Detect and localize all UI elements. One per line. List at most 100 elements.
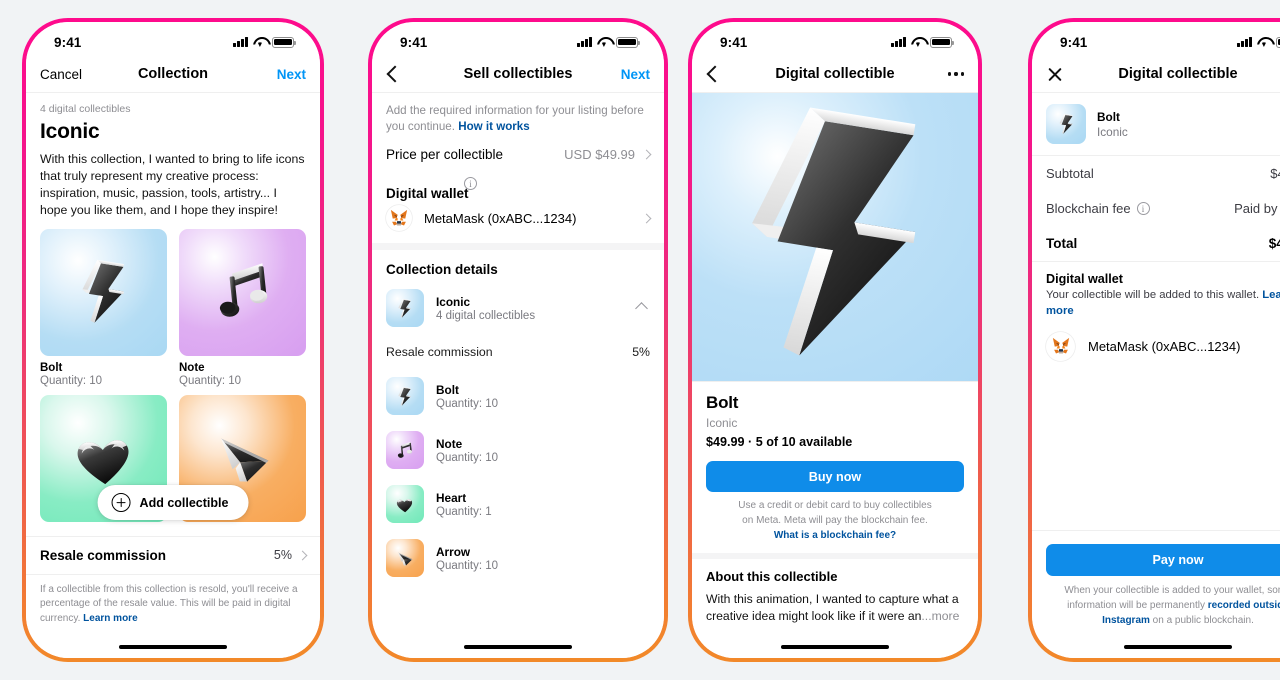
item-text: Bolt Quantity: 10 xyxy=(436,383,650,410)
chevron-left-icon xyxy=(706,65,724,83)
note-icon xyxy=(386,431,424,469)
collectibles-grid: Bolt Quantity: 10 Note Quantity: 10 xyxy=(26,228,320,522)
checkout-item-text: Bolt Iconic xyxy=(1097,110,1128,139)
resale-commission-value: 5% xyxy=(632,345,650,360)
wallet-name: MetaMask (0xABC...1234) xyxy=(424,210,577,226)
bolt-icon xyxy=(692,93,978,381)
phone-3-digital-collectible: 9:41 Digital collectible Bolt Iconic $49… xyxy=(688,18,982,662)
collectible-cell[interactable]: Note Quantity: 10 xyxy=(179,228,306,387)
section-separator xyxy=(372,243,664,251)
cellular-signal-icon xyxy=(577,37,592,47)
resale-commission-label: Resale commission xyxy=(386,345,493,360)
next-button[interactable]: Next xyxy=(621,67,650,82)
wallet-row[interactable]: MetaMask (0xABC...1234) xyxy=(372,195,664,243)
status-bar: 9:41 xyxy=(372,22,664,56)
collectible-thumbnail[interactable] xyxy=(40,228,167,356)
resale-commission-row[interactable]: Resale commission 5% xyxy=(26,536,320,574)
note-icon xyxy=(179,229,306,356)
collectible-thumbnail[interactable] xyxy=(179,228,306,356)
wallet-info-icon-wrap[interactable] xyxy=(464,177,478,195)
cancel-button[interactable]: Cancel xyxy=(40,67,82,82)
about-more-link[interactable]: ...more xyxy=(921,609,959,623)
collection-title: Iconic xyxy=(40,120,100,143)
resale-commission-label: Resale commission xyxy=(40,547,167,563)
wallet-name: MetaMask (0xABC...1234) xyxy=(1088,338,1241,354)
bolt-icon xyxy=(386,377,424,415)
add-collectible-label: Add collectible xyxy=(139,495,229,510)
screenshot-stage: 9:41 Cancel Collection Next 4 digital co… xyxy=(0,0,1280,680)
item-name: Arrow xyxy=(436,544,471,559)
collectible-thumbnail xyxy=(386,485,424,524)
checkout-footer: Pay now When your collectible is added t… xyxy=(1032,531,1280,636)
about-text: With this animation, I wanted to capture… xyxy=(692,584,978,625)
battery-icon xyxy=(1276,36,1280,48)
info-icon[interactable] xyxy=(1136,202,1150,215)
item-name: Heart xyxy=(436,490,467,505)
buy-note-line2: on Meta. Meta will pay the blockchain fe… xyxy=(742,515,928,526)
price-value-text: USD $49.99 xyxy=(564,147,635,163)
blockchain-fee-link[interactable]: What is a blockchain fee? xyxy=(774,530,896,541)
buy-now-button[interactable]: Buy now xyxy=(706,461,964,492)
wallet-row[interactable]: MetaMask (0xABC...1234) xyxy=(1032,320,1280,373)
item-quantity: Quantity: 1 xyxy=(436,505,492,518)
nav-bar: Sell collectibles Next xyxy=(372,56,664,92)
list-item[interactable]: Note Quantity: 10 xyxy=(372,423,664,477)
pay-now-button[interactable]: Pay now xyxy=(1046,544,1280,576)
screen4-body: Bolt Iconic Subtotal $49.99 Blockchain f… xyxy=(1032,93,1280,636)
nav-bar: Digital collectible xyxy=(692,56,978,92)
back-button[interactable] xyxy=(386,65,404,83)
next-button[interactable]: Next xyxy=(277,67,306,82)
item-name: Note xyxy=(436,436,463,451)
item-text: Heart Quantity: 1 xyxy=(436,491,650,518)
blockchain-fee-text: Blockchain fee xyxy=(1046,201,1131,216)
chevron-up-icon[interactable] xyxy=(635,302,648,315)
price-per-collectible-row[interactable]: Price per collectible USD $49.99 xyxy=(372,135,664,174)
home-indicator xyxy=(26,636,320,658)
total-value: $49.99 xyxy=(1268,236,1280,251)
home-indicator xyxy=(692,636,978,658)
checkout-item-name: Bolt xyxy=(1097,109,1120,124)
status-icons xyxy=(1237,36,1280,48)
back-button[interactable] xyxy=(706,65,724,83)
add-collectible-button[interactable]: Add collectible xyxy=(97,485,249,520)
pay-note: When your collectible is added to your w… xyxy=(1032,576,1280,628)
collectible-name: Bolt xyxy=(706,393,739,412)
plus-circle-icon xyxy=(111,493,131,512)
collectible-hero-image xyxy=(692,93,978,381)
status-icons xyxy=(891,36,955,48)
wallet-desc-text: Your collectible will be added to this w… xyxy=(1046,289,1263,301)
subtotal-value: $49.99 xyxy=(1270,166,1280,181)
home-indicator xyxy=(1032,636,1280,658)
battery-icon xyxy=(930,36,955,48)
cellular-signal-icon xyxy=(891,37,906,47)
total-label: Total xyxy=(1046,236,1078,251)
list-item[interactable]: Heart Quantity: 1 xyxy=(372,477,664,531)
list-item[interactable]: Bolt Quantity: 10 xyxy=(372,369,664,423)
info-icon[interactable] xyxy=(464,177,477,191)
more-options-button[interactable] xyxy=(947,72,964,76)
collection-summary-row[interactable]: Iconic 4 digital collectibles xyxy=(372,281,664,335)
arrow-icon xyxy=(386,539,424,577)
phone-1-collection: 9:41 Cancel Collection Next 4 digital co… xyxy=(22,18,324,662)
item-quantity: Quantity: 10 xyxy=(436,451,499,464)
list-item[interactable]: Arrow Quantity: 10 xyxy=(372,531,664,585)
screen1-footer: Resale commission 5% If a collectible fr… xyxy=(26,535,320,637)
collection-details-heading: Collection details xyxy=(386,262,498,278)
intro-text: Add the required information for your li… xyxy=(372,93,664,135)
status-time: 9:41 xyxy=(1060,34,1088,50)
blockchain-fee-row: Blockchain fee Paid by Meta xyxy=(1032,191,1280,226)
learn-more-link[interactable]: Learn more xyxy=(83,613,137,624)
wifi-icon xyxy=(1257,37,1271,47)
metamask-fox-icon xyxy=(1046,331,1075,361)
checkout-item: Bolt Iconic xyxy=(1032,93,1280,155)
cellular-signal-icon xyxy=(1237,37,1252,47)
status-time: 9:41 xyxy=(54,34,82,50)
close-icon xyxy=(1046,66,1063,83)
close-button[interactable] xyxy=(1046,66,1063,83)
status-icons xyxy=(577,36,641,48)
status-bar: 9:41 xyxy=(692,22,978,56)
blockchain-fee-label: Blockchain fee xyxy=(1046,201,1150,216)
how-it-works-link[interactable]: How it works xyxy=(458,120,530,133)
screen1-body: 4 digital collectibles Iconic With this … xyxy=(26,93,320,636)
collectible-cell[interactable]: Bolt Quantity: 10 xyxy=(40,228,167,387)
